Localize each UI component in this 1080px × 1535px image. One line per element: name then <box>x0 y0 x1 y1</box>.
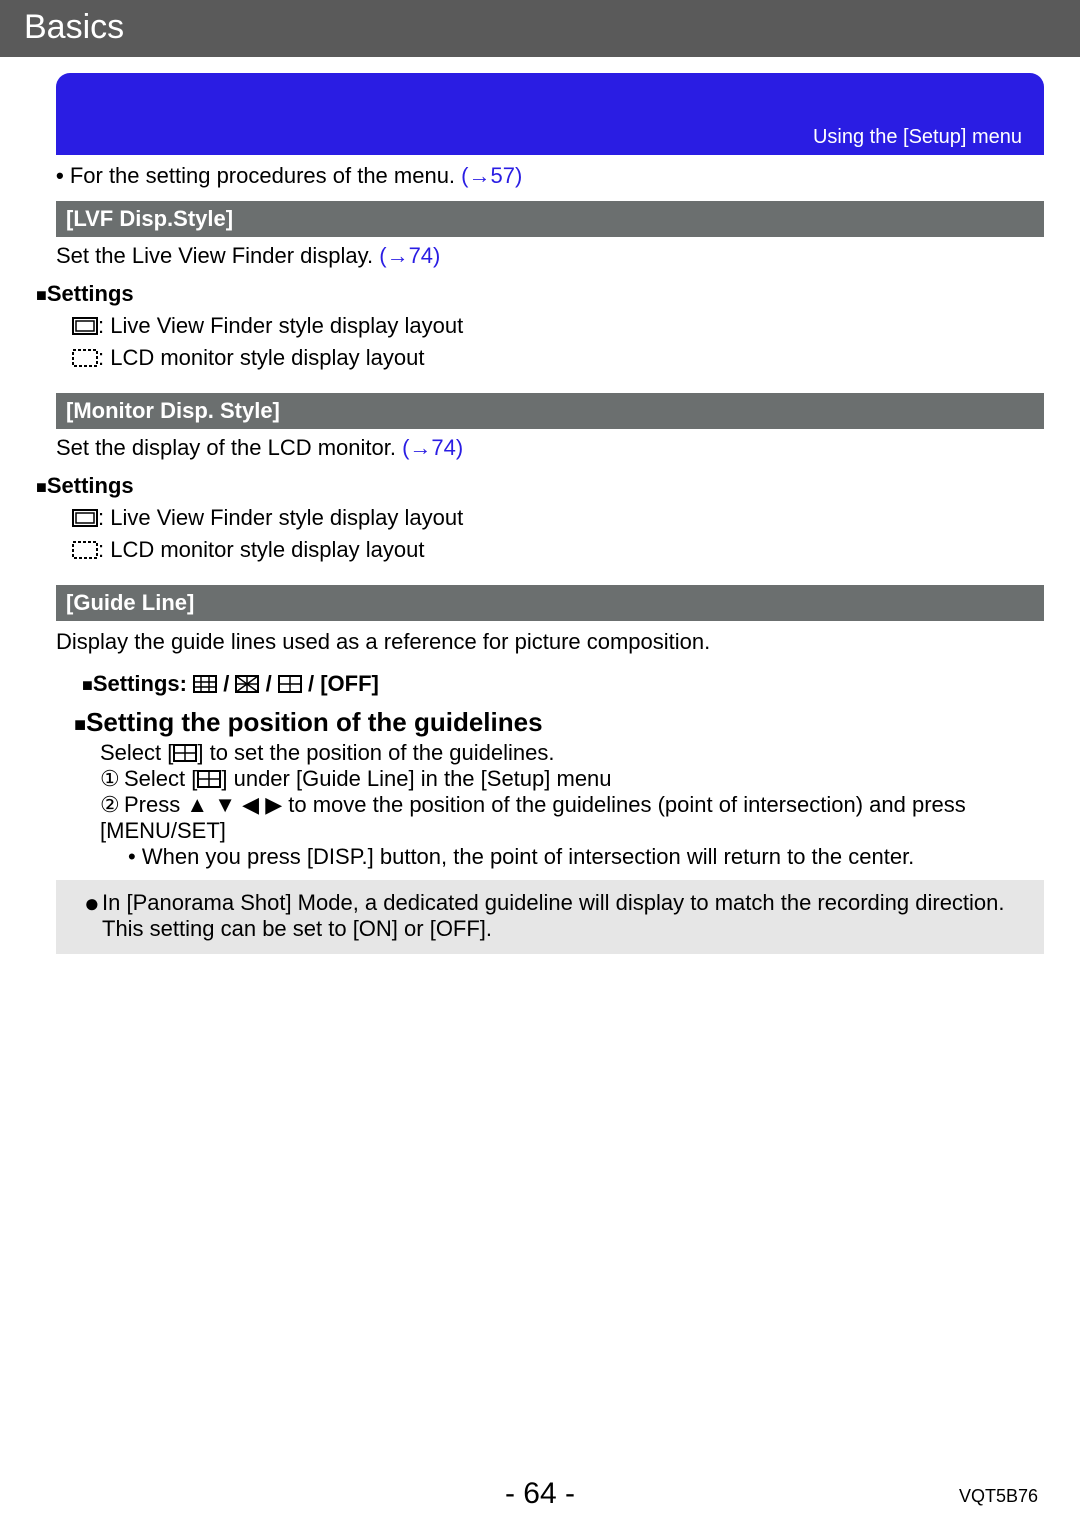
section-guide-header: [Guide Line] <box>56 585 1044 621</box>
guide-step-2: ②Press ▲ ▼ ◀ ▶ to move the position of t… <box>100 792 1044 844</box>
lvf-settings-heading: ■Settings <box>0 275 1080 307</box>
lcd-style-icon <box>72 541 98 559</box>
panorama-line-1: In [Panorama Shot] Mode, a dedicated gui… <box>102 890 1030 916</box>
guide-step-1: ①Select [] under [Guide Line] in the [Se… <box>100 766 1044 792</box>
guide-note: • When you press [DISP.] button, the poi… <box>100 844 1044 870</box>
intro-line: • For the setting procedures of the menu… <box>0 155 1080 191</box>
guide-steps: Select [] to set the position of the gui… <box>0 738 1080 870</box>
monitor-option-2: : LCD monitor style display layout <box>0 531 1080 563</box>
panorama-note-box: ● In [Panorama Shot] Mode, a dedicated g… <box>56 880 1044 954</box>
grid-diagonal-icon <box>235 675 259 693</box>
intro-text: For the setting procedures of the menu. <box>70 163 461 188</box>
guide-select-line: Select [] to set the position of the gui… <box>100 740 1044 766</box>
grid-3x3-icon <box>193 675 217 693</box>
section-lvf-header: [LVF Disp.Style] <box>56 201 1044 237</box>
grid-cross-icon <box>197 770 221 788</box>
monitor-settings-heading: ■Settings <box>0 467 1080 499</box>
page-footer: - 64 - VQT5B76 <box>0 1477 1080 1511</box>
arrow-down-icon: ▼ <box>214 792 236 818</box>
bullet-dot: • <box>56 163 70 188</box>
guide-settings-row: ■ Settings: / / / [OFF] <box>0 665 1080 697</box>
link-74a[interactable]: (→74) <box>379 243 440 268</box>
lcd-style-icon <box>72 349 98 367</box>
guide-desc: Display the guide lines used as a refere… <box>0 621 1080 655</box>
grid-cross-icon <box>278 675 302 693</box>
lvf-option-2: : LCD monitor style display layout <box>0 339 1080 371</box>
page-number: - 64 - <box>505 1477 575 1510</box>
monitor-desc: Set the display of the LCD monitor. (→74… <box>0 429 1080 461</box>
section-banner: Using the [Setup] menu <box>56 73 1044 155</box>
grid-cross-icon <box>173 744 197 762</box>
viewfinder-style-icon <box>72 509 98 527</box>
section-monitor-header: [Monitor Disp. Style] <box>56 393 1044 429</box>
guide-position-heading: ■Setting the position of the guidelines <box>0 707 1080 738</box>
bullet-circle-icon: ● <box>84 890 102 916</box>
monitor-option-1: : Live View Finder style display layout <box>0 499 1080 531</box>
arrow-left-icon: ◀ <box>242 792 259 818</box>
link-57[interactable]: (→57) <box>461 163 522 188</box>
arrow-up-icon: ▲ <box>186 792 208 818</box>
panorama-line-2: This setting can be set to [ON] or [OFF]… <box>84 916 1030 942</box>
lvf-desc: Set the Live View Finder display. (→74) <box>0 237 1080 269</box>
lvf-option-1: : Live View Finder style display layout <box>0 307 1080 339</box>
chapter-title: Basics <box>24 8 124 46</box>
viewfinder-style-icon <box>72 317 98 335</box>
document-id: VQT5B76 <box>959 1486 1038 1507</box>
chapter-header: Basics <box>0 0 1080 57</box>
arrow-right-icon: ▶ <box>265 792 282 818</box>
banner-subtitle: Using the [Setup] menu <box>813 126 1022 149</box>
link-74b[interactable]: (→74) <box>402 435 463 460</box>
